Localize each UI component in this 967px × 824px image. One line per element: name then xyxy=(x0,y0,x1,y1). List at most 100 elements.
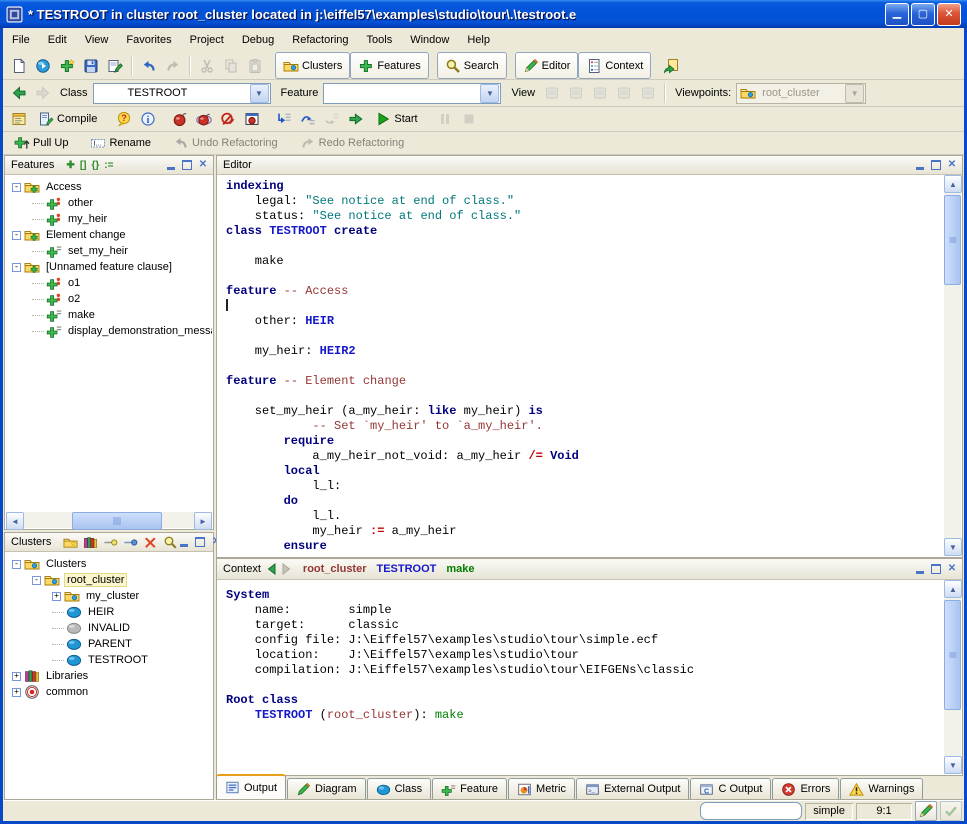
menu-item-favorites[interactable]: Favorites xyxy=(117,31,180,49)
menu-item-view[interactable]: View xyxy=(76,31,118,49)
external-editor-button[interactable] xyxy=(659,53,683,79)
scroll-thumb[interactable] xyxy=(944,600,961,710)
menu-item-file[interactable]: File xyxy=(3,31,39,49)
back-button[interactable] xyxy=(7,80,31,106)
run-ignore-breakpoints-button[interactable] xyxy=(344,106,368,132)
start-button[interactable]: Start xyxy=(368,106,424,132)
tree-item-common[interactable]: +common xyxy=(6,684,212,700)
status-search-input[interactable] xyxy=(700,802,802,820)
feature-combobox[interactable]: ▼ xyxy=(323,83,501,104)
tree-item-heir[interactable]: HEIR xyxy=(6,604,212,620)
redo-refactoring-button[interactable]: Redo Refactoring xyxy=(293,130,412,156)
find-icon[interactable] xyxy=(163,535,178,550)
forward-button[interactable] xyxy=(31,80,55,106)
menu-item-tools[interactable]: Tools xyxy=(358,31,402,49)
project-settings-button[interactable] xyxy=(7,106,31,132)
breadcrumb-item-root-cluster[interactable]: root_cluster xyxy=(303,563,367,575)
menu-item-refactoring[interactable]: Refactoring xyxy=(283,31,357,49)
scroll-up-icon[interactable]: ▲ xyxy=(944,175,962,193)
menu-item-debug[interactable]: Debug xyxy=(233,31,283,49)
panel-maximize-icon[interactable] xyxy=(930,564,942,575)
chevron-down-icon[interactable]: ▼ xyxy=(250,84,269,103)
add-feature-icon[interactable]: ✚ xyxy=(66,160,74,171)
chevron-down-icon[interactable]: ▼ xyxy=(480,84,499,103)
tree-item-my-cluster[interactable]: +my_cluster xyxy=(6,588,212,604)
panel-maximize-icon[interactable] xyxy=(930,160,942,171)
finalize-button[interactable] xyxy=(192,106,216,132)
step-into-button[interactable] xyxy=(272,106,296,132)
breadcrumb-item-make[interactable]: make xyxy=(446,563,474,575)
expand-toggle[interactable]: - xyxy=(12,231,21,240)
undo-button[interactable] xyxy=(137,53,161,79)
tree-item-my-heir[interactable]: my_heir xyxy=(6,211,212,227)
panel-close-icon[interactable]: ✕ xyxy=(946,160,958,171)
history-back-button[interactable] xyxy=(265,562,279,576)
tree-item-clusters[interactable]: -Clusters xyxy=(6,556,212,572)
minimize-button[interactable]: ▁ xyxy=(885,3,909,26)
view-contract-button[interactable] xyxy=(564,80,588,106)
redo-button[interactable] xyxy=(161,53,185,79)
copy-button[interactable] xyxy=(219,53,243,79)
pull-up-button[interactable]: Pull Up xyxy=(7,130,75,156)
tree-item-testroot[interactable]: TESTROOT xyxy=(6,652,212,668)
tree-item-parent[interactable]: PARENT xyxy=(6,636,212,652)
delete-icon[interactable] xyxy=(143,535,158,550)
features-hscrollbar[interactable]: ◄ ► xyxy=(6,512,212,528)
debug-dialog-button[interactable] xyxy=(240,106,264,132)
step-out-button[interactable] xyxy=(320,106,344,132)
clusters-toggle[interactable]: Clusters xyxy=(275,52,350,79)
tree-item-o1[interactable]: o1 xyxy=(6,275,212,291)
tree-item-root-cluster[interactable]: -root_cluster xyxy=(6,572,212,588)
step-over-button[interactable] xyxy=(296,106,320,132)
scroll-thumb[interactable] xyxy=(944,195,961,285)
panel-minimize-icon[interactable] xyxy=(165,160,177,171)
tree-item-access[interactable]: -Access xyxy=(6,179,212,195)
tab-warnings[interactable]: Warnings xyxy=(840,778,923,799)
scroll-down-icon[interactable]: ▼ xyxy=(944,538,962,556)
editor-code-area[interactable]: indexing legal: "See notice at end of cl… xyxy=(218,175,944,556)
editor-vscrollbar[interactable]: ▲ ▼ xyxy=(944,175,961,556)
tree-item-invalid[interactable]: INVALID xyxy=(6,620,212,636)
panel-maximize-icon[interactable] xyxy=(194,537,206,548)
freeze-button[interactable] xyxy=(168,106,192,132)
breadcrumb-item-testroot[interactable]: TESTROOT xyxy=(377,563,437,575)
key-minus-icon[interactable] xyxy=(103,535,118,550)
discard-assertions-button[interactable] xyxy=(216,106,240,132)
panel-minimize-icon[interactable] xyxy=(178,537,190,548)
tree-item-display-demonstration-messa[interactable]: display_demonstration_messa xyxy=(6,323,212,339)
editor-toggle[interactable]: Editor xyxy=(515,52,579,79)
features-toggle[interactable]: Features xyxy=(350,52,428,79)
menu-item-edit[interactable]: Edit xyxy=(39,31,76,49)
tree-item-make[interactable]: make xyxy=(6,307,212,323)
expand-toggle[interactable]: + xyxy=(52,592,61,601)
history-forward-button[interactable] xyxy=(279,562,293,576)
view-basic-button[interactable] xyxy=(540,80,564,106)
expand-toggle[interactable]: - xyxy=(12,263,21,272)
check-status-button[interactable] xyxy=(940,801,962,821)
view-flat-interface-button[interactable] xyxy=(636,80,660,106)
tab-metric[interactable]: Metric xyxy=(508,778,575,799)
view-interface-button[interactable] xyxy=(612,80,636,106)
tab-feature[interactable]: Feature xyxy=(432,778,507,799)
panel-close-icon[interactable]: ✕ xyxy=(946,564,958,575)
expand-toggle[interactable]: + xyxy=(12,672,21,681)
view-flat-button[interactable] xyxy=(588,80,612,106)
paste-button[interactable] xyxy=(243,53,267,79)
expand-toggle[interactable]: - xyxy=(32,576,41,585)
menu-item-help[interactable]: Help xyxy=(458,31,499,49)
braces-icon[interactable]: {} xyxy=(91,160,99,171)
tree-item-element-change[interactable]: -Element change xyxy=(6,227,212,243)
pause-button[interactable] xyxy=(433,106,457,132)
add-class-button[interactable] xyxy=(55,53,79,79)
context-vscrollbar[interactable]: ▲ ▼ xyxy=(944,580,961,774)
scroll-left-icon[interactable]: ◄ xyxy=(6,512,24,530)
menu-item-project[interactable]: Project xyxy=(181,31,233,49)
scroll-down-icon[interactable]: ▼ xyxy=(944,756,962,774)
scroll-thumb[interactable] xyxy=(72,512,162,530)
tab-errors[interactable]: Errors xyxy=(772,778,839,799)
tab-external-output[interactable]: >_External Output xyxy=(576,778,689,799)
rename-button[interactable]: I...Rename xyxy=(83,130,158,156)
key-blue-icon[interactable] xyxy=(123,535,138,550)
tree-item-other[interactable]: other xyxy=(6,195,212,211)
info-button[interactable]: i xyxy=(136,106,160,132)
